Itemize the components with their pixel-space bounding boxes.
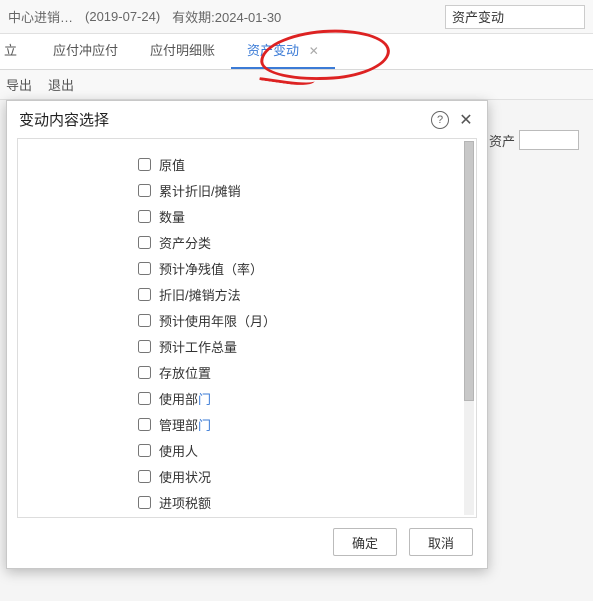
- list-item[interactable]: 使用人: [138, 437, 462, 463]
- checkbox[interactable]: [138, 288, 151, 301]
- modal-body: 原值累计折旧/摊销数量资产分类预计净残值（率） 折旧/摊销方法预计使用年限（月） 预…: [17, 138, 477, 518]
- checkbox[interactable]: [138, 340, 151, 353]
- checkbox[interactable]: [138, 496, 151, 509]
- list-item-label: 存放位置: [159, 363, 211, 382]
- action-bar: 导出 退出: [0, 70, 593, 100]
- asset-filter: 资产: [481, 122, 587, 158]
- list-item[interactable]: 累计折旧/摊销: [138, 177, 462, 203]
- tabs: 立 应付冲应付 应付明细账 资产变动 ✕: [0, 34, 593, 70]
- tab-payable-offset[interactable]: 应付冲应付: [37, 33, 134, 69]
- modal-header: 变动内容选择 ? ✕: [7, 101, 487, 138]
- checkbox[interactable]: [138, 392, 151, 405]
- exit-button[interactable]: 退出: [48, 75, 74, 94]
- checkbox[interactable]: [138, 210, 151, 223]
- tab-asset-change-label: 资产变动: [247, 43, 299, 58]
- list-item[interactable]: 预计使用年限（月）: [138, 307, 462, 333]
- modal-footer: 确定 取消: [7, 518, 487, 568]
- export-button[interactable]: 导出: [6, 75, 32, 94]
- list-item-label: 数量: [159, 207, 185, 226]
- ok-button[interactable]: 确定: [333, 528, 397, 556]
- list-item[interactable]: 折旧/摊销方法: [138, 281, 462, 307]
- date-text: (2019-07-24): [85, 9, 160, 24]
- list-item[interactable]: 管理部门: [138, 411, 462, 437]
- breadcrumb: 中心进销…: [8, 7, 73, 26]
- cancel-button[interactable]: 取消: [409, 528, 473, 556]
- list-item-label: 折旧/摊销方法: [159, 285, 241, 304]
- help-icon[interactable]: ?: [431, 111, 449, 129]
- checkbox[interactable]: [138, 314, 151, 327]
- checkbox[interactable]: [138, 366, 151, 379]
- list-item-label: 使用人: [159, 441, 198, 460]
- list-item[interactable]: 进项税额: [138, 489, 462, 515]
- list-item-label: 进项税额: [159, 493, 211, 512]
- checkbox[interactable]: [138, 470, 151, 483]
- close-icon[interactable]: ✕: [457, 111, 475, 129]
- tab-asset-change[interactable]: 资产变动 ✕: [231, 33, 335, 69]
- list-item-label: 预计工作总量: [159, 337, 237, 356]
- list-item-label: 预计净残值（率）: [159, 259, 263, 278]
- checkbox[interactable]: [138, 444, 151, 457]
- list-item[interactable]: 使用状况: [138, 463, 462, 489]
- checkbox[interactable]: [138, 184, 151, 197]
- top-bar: 中心进销… (2019-07-24) 有效期:2024-01-30 ⌕: [0, 0, 593, 34]
- list-item[interactable]: 预计工作总量: [138, 333, 462, 359]
- list-item[interactable]: 预计净残值（率）: [138, 255, 462, 281]
- asset-input[interactable]: [519, 130, 579, 150]
- list-item[interactable]: 资产分类: [138, 229, 462, 255]
- checkbox[interactable]: [138, 158, 151, 171]
- list-item-label: 累计折旧/摊销: [159, 181, 241, 200]
- modal-title: 变动内容选择: [19, 109, 423, 130]
- list-item-label: 预计使用年限（月）: [159, 311, 276, 330]
- list-item-label: 使用状况: [159, 467, 211, 486]
- list-item-label: 使用部门: [159, 389, 211, 408]
- asset-label: 资产: [489, 131, 515, 150]
- tab-partial[interactable]: 立: [0, 33, 37, 69]
- scrollbar-thumb[interactable]: [464, 141, 474, 401]
- list-item[interactable]: 数量: [138, 203, 462, 229]
- checkbox-list: 原值累计折旧/摊销数量资产分类预计净残值（率） 折旧/摊销方法预计使用年限（月） 预…: [18, 139, 462, 517]
- list-item-label: 资产分类: [159, 233, 211, 252]
- search-box[interactable]: ⌕: [445, 5, 585, 29]
- list-item-label: 管理部门: [159, 415, 211, 434]
- list-item[interactable]: 使用部门: [138, 385, 462, 411]
- list-item[interactable]: 原值: [138, 151, 462, 177]
- tab-close-icon[interactable]: ✕: [309, 44, 319, 58]
- list-item[interactable]: 存放位置: [138, 359, 462, 385]
- checkbox[interactable]: [138, 262, 151, 275]
- checkbox[interactable]: [138, 236, 151, 249]
- list-item-label: 原值: [159, 155, 185, 174]
- checkbox[interactable]: [138, 418, 151, 431]
- validity-text: 有效期:2024-01-30: [172, 7, 281, 26]
- search-input[interactable]: [446, 9, 593, 24]
- modal-change-content-select: 变动内容选择 ? ✕ 原值累计折旧/摊销数量资产分类预计净残值（率） 折旧/摊销方…: [6, 100, 488, 569]
- scrollbar[interactable]: [464, 141, 474, 515]
- tab-payable-detail[interactable]: 应付明细账: [134, 33, 231, 69]
